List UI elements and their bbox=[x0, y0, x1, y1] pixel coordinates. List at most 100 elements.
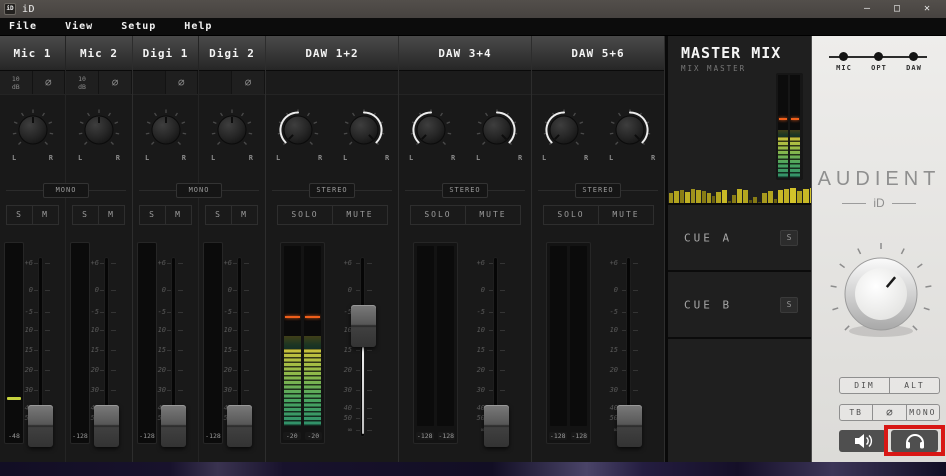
fader-handle[interactable] bbox=[28, 405, 53, 447]
pan-knob[interactable] bbox=[210, 108, 254, 152]
pan-left-label: L bbox=[409, 154, 414, 162]
fader-track-fill bbox=[362, 347, 364, 434]
mute-button[interactable]: MUTE bbox=[332, 206, 387, 224]
stereo-link-row: STEREO bbox=[399, 183, 531, 198]
solo-button[interactable]: SOLO bbox=[544, 206, 598, 224]
phase-invert-button[interactable]: ∅ bbox=[232, 71, 265, 94]
fader-handle[interactable] bbox=[484, 405, 509, 447]
mute-button[interactable]: M bbox=[231, 206, 257, 224]
mono-button[interactable]: MONO bbox=[905, 405, 939, 420]
solo-button[interactable]: S bbox=[7, 206, 32, 224]
input-select-daw[interactable] bbox=[909, 52, 918, 61]
solo-button[interactable]: S bbox=[140, 206, 165, 224]
speaker-output-button[interactable] bbox=[839, 430, 886, 452]
talkback-button[interactable]: TB bbox=[840, 405, 872, 420]
pan-left-label: L bbox=[609, 154, 614, 162]
pan-left-label: L bbox=[145, 154, 150, 162]
input-select-opt[interactable] bbox=[874, 52, 883, 61]
stereo-link-button[interactable]: STEREO bbox=[575, 183, 621, 198]
pan-knob[interactable] bbox=[77, 108, 121, 152]
solo-button[interactable]: S bbox=[73, 206, 98, 224]
pan-left-label: L bbox=[476, 154, 481, 162]
fader-handle[interactable] bbox=[351, 305, 376, 347]
menu-setup[interactable]: Setup bbox=[112, 21, 165, 32]
stereo-link-row: STEREO bbox=[532, 183, 664, 198]
pan-knob-right[interactable] bbox=[608, 108, 652, 152]
fader-handle[interactable] bbox=[161, 405, 186, 447]
input-label-mic: MIC bbox=[836, 64, 852, 72]
gain-10db-button[interactable]: 10 dB bbox=[0, 71, 33, 94]
close-button[interactable]: ✕ bbox=[912, 0, 942, 18]
alt-button[interactable]: ALT bbox=[889, 378, 939, 393]
input-label-daw: DAW bbox=[906, 64, 922, 72]
mute-button[interactable]: M bbox=[165, 206, 191, 224]
fader-handle[interactable] bbox=[94, 405, 119, 447]
pan-right-label: R bbox=[248, 154, 253, 162]
dim-button[interactable]: DIM bbox=[840, 378, 889, 393]
pan-knob-left[interactable] bbox=[276, 108, 320, 152]
monitor-control-panel: MIC OPT DAW AUDIENT iD DIM ALT TB ∅ MONO bbox=[811, 36, 946, 462]
pan-right-label: R bbox=[318, 154, 323, 162]
input-select-mic[interactable] bbox=[839, 52, 848, 61]
annotation-highlight-box bbox=[884, 425, 945, 456]
mic-pair-group: Mic 1 10 dB ∅ L R S M -48 +6 0 -5 10 15 … bbox=[0, 36, 133, 462]
fader-handle[interactable] bbox=[617, 405, 642, 447]
gain-10db-button[interactable]: 10 dB bbox=[66, 71, 99, 94]
pan-knob-right[interactable] bbox=[475, 108, 519, 152]
minimize-button[interactable]: – bbox=[852, 0, 882, 18]
mono-link-button[interactable]: MONO bbox=[176, 183, 222, 198]
solo-button[interactable]: SOLO bbox=[278, 206, 332, 224]
level-history-graph bbox=[669, 188, 811, 203]
phase-invert-button[interactable]: ∅ bbox=[99, 71, 132, 94]
mute-button[interactable]: M bbox=[98, 206, 124, 224]
cue-a-section: CUE A S bbox=[668, 205, 811, 272]
master-mix-panel: MASTER MIX MIX MASTER CUE A S CUE B S bbox=[665, 36, 811, 462]
fader-handle[interactable] bbox=[227, 405, 252, 447]
pan-right-label: R bbox=[48, 154, 53, 162]
phase-invert-button[interactable]: ∅ bbox=[165, 71, 198, 94]
fader-scale: +60-5101520304050∞ bbox=[476, 259, 505, 434]
menu-view[interactable]: View bbox=[56, 21, 102, 32]
menu-help[interactable]: Help bbox=[175, 21, 221, 32]
mute-button[interactable]: MUTE bbox=[465, 206, 520, 224]
stereo-link-button[interactable]: STEREO bbox=[442, 183, 488, 198]
channel-header: Mic 1 bbox=[0, 36, 65, 71]
dim-alt-row: DIM ALT bbox=[839, 377, 940, 394]
pan-knob[interactable] bbox=[144, 108, 188, 152]
phase-invert-button[interactable]: ∅ bbox=[32, 71, 65, 94]
peak-indicator bbox=[779, 118, 787, 121]
cue-b-solo-button[interactable]: S bbox=[780, 296, 798, 313]
pan-knob-right[interactable] bbox=[342, 108, 386, 152]
solo-button[interactable]: SOLO bbox=[411, 206, 465, 224]
mono-link-button[interactable]: MONO bbox=[43, 183, 89, 198]
app-icon: iD bbox=[4, 3, 16, 15]
input-label-opt: OPT bbox=[871, 64, 887, 72]
model-badge: iD bbox=[812, 196, 946, 210]
fader-scale: +60-5101520304050∞ bbox=[343, 259, 372, 434]
pan-right-label: R bbox=[651, 154, 656, 162]
stereo-link-button[interactable]: STEREO bbox=[309, 183, 355, 198]
pan-knob-left[interactable] bbox=[542, 108, 586, 152]
mute-button[interactable]: M bbox=[32, 206, 58, 224]
menu-file[interactable]: File bbox=[0, 21, 46, 32]
channel-strip-digi2: Digi 2 ∅ L R S M -128 +6 0 -5 10 15 20 3… bbox=[199, 36, 265, 462]
cue-b-label: CUE B bbox=[684, 298, 733, 311]
pan-knob[interactable] bbox=[11, 108, 55, 152]
monitor-volume-knob[interactable] bbox=[826, 239, 936, 349]
pan-right-label: R bbox=[518, 154, 523, 162]
pan-knob-left[interactable] bbox=[409, 108, 453, 152]
menu-bar: File View Setup Help bbox=[0, 18, 946, 36]
digi-pair-group: Digi 1 ∅ L R S M -128 +6 0 -5 10 15 20 3… bbox=[133, 36, 266, 462]
maximize-button[interactable]: □ bbox=[882, 0, 912, 18]
title-bar: iD iD – □ ✕ bbox=[0, 0, 946, 18]
master-level-meter bbox=[776, 73, 803, 180]
pan-right-label: R bbox=[181, 154, 186, 162]
cue-a-solo-button[interactable]: S bbox=[780, 229, 798, 246]
pan-left-label: L bbox=[12, 154, 17, 162]
channel-strip-digi1: Digi 1 ∅ L R S M -128 +6 0 -5 10 15 20 3… bbox=[133, 36, 199, 462]
channel-strip-mic2: Mic 2 10 dB ∅ L R S M -128 +6 0 -5 10 15… bbox=[66, 36, 132, 462]
phase-button[interactable]: ∅ bbox=[872, 405, 905, 420]
speaker-icon bbox=[854, 434, 872, 448]
mute-button[interactable]: MUTE bbox=[598, 206, 653, 224]
solo-button[interactable]: S bbox=[206, 206, 231, 224]
